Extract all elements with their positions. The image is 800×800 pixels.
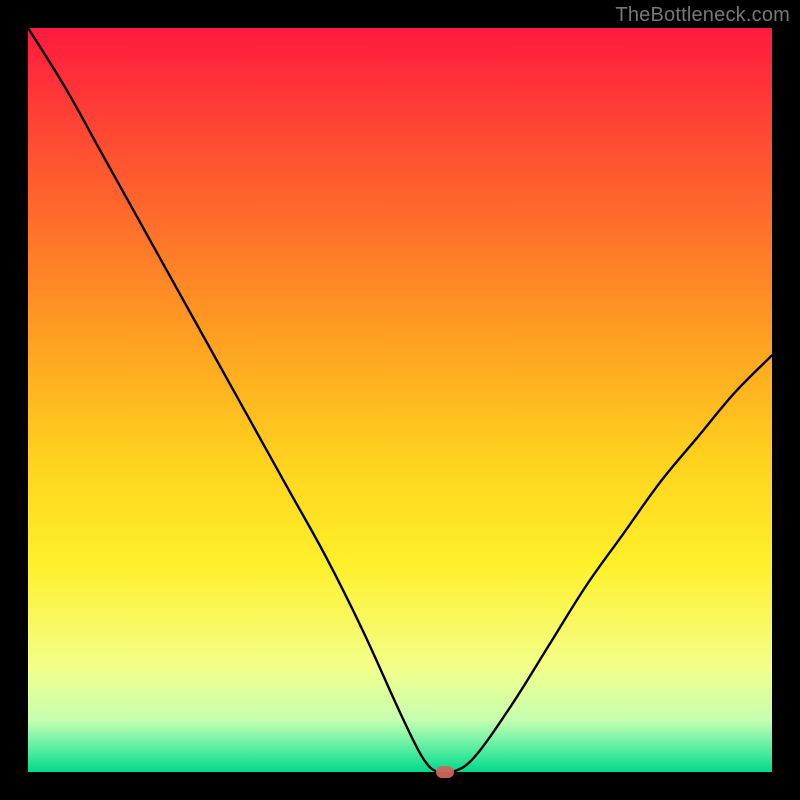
optimal-marker bbox=[436, 766, 454, 778]
chart-svg bbox=[28, 28, 772, 772]
watermark-text: TheBottleneck.com bbox=[615, 4, 790, 27]
plot-area bbox=[28, 28, 772, 772]
chart-frame: TheBottleneck.com bbox=[0, 0, 800, 800]
gradient-background bbox=[28, 28, 772, 772]
